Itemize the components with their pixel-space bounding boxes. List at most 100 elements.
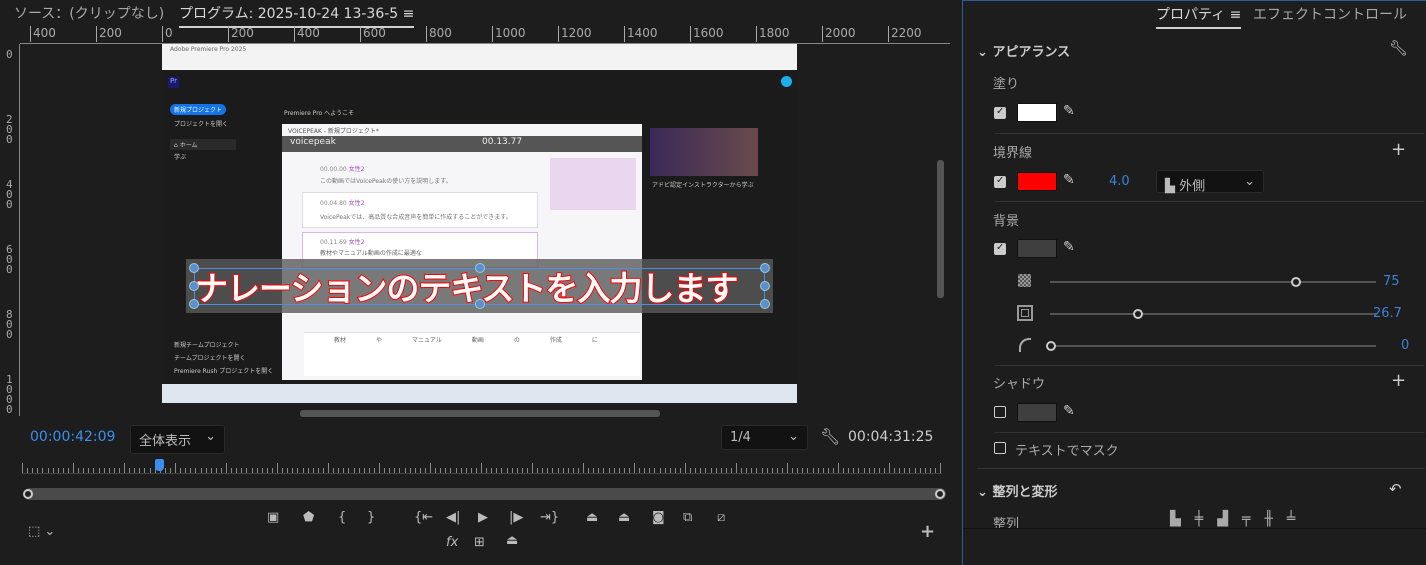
fill-color-swatch[interactable] (1017, 103, 1057, 122)
resize-handle[interactable] (475, 263, 485, 273)
ruler-label: 0 (6, 48, 13, 61)
voicepeak-row-text: この動画ではVoicePeakの使い方を説明します。 (320, 178, 452, 185)
resize-handle[interactable] (760, 299, 770, 309)
size-value[interactable]: 26.7 (1373, 306, 1402, 321)
lift-icon[interactable]: ⏏ (586, 510, 598, 525)
resize-handle[interactable] (189, 263, 199, 273)
ruler-label: 0 (162, 26, 173, 42)
scroll-handle-right[interactable] (935, 489, 945, 499)
ruler-label: 200 (228, 26, 254, 42)
align-label: 整列 (993, 517, 1020, 532)
multicam-icon[interactable]: ⊞ (474, 535, 485, 550)
section-appearance[interactable]: ⌄ アピアランス (977, 41, 1070, 60)
mark-in-icon[interactable]: { (338, 510, 346, 525)
ruler-label: 1000 (492, 26, 526, 42)
background-label: 背景 (993, 214, 1020, 229)
hamburger-icon[interactable]: ≡ (403, 6, 415, 22)
fill-label: 塗り (993, 77, 1020, 92)
comparison-view-icon[interactable]: ⧉ (683, 510, 692, 525)
align-center-v-icon[interactable]: ╫ (1264, 511, 1272, 527)
resize-handle[interactable] (475, 299, 485, 309)
fill-checkbox[interactable] (994, 106, 1006, 119)
eyedropper-icon[interactable]: ✎ (1063, 103, 1075, 119)
fx-icon[interactable]: fx (446, 535, 458, 550)
step-forward-icon[interactable]: |▶ (509, 510, 523, 525)
opacity-slider-handle[interactable] (1290, 277, 1301, 287)
size-slider-handle[interactable] (1133, 309, 1144, 319)
add-stroke-icon[interactable]: + (1391, 139, 1406, 160)
stroke-width-value[interactable]: 4.0 (1109, 174, 1130, 189)
align-right-icon[interactable]: ▟ (1217, 511, 1228, 527)
tab-properties[interactable]: プロパティ ≡ (1156, 4, 1242, 29)
background-checkbox[interactable] (994, 242, 1006, 255)
stroke-checkbox[interactable] (994, 175, 1006, 188)
program-monitor-panel: ソース：(クリップなし) プログラム: 2025-10-24 13-36-5 ≡… (0, 0, 958, 565)
voicepeak-logo: voicepeak (290, 137, 336, 147)
align-bottom-icon[interactable]: ╧ (1287, 511, 1295, 527)
add-button-icon[interactable]: + (920, 521, 935, 542)
phoneme-label: や (376, 337, 383, 344)
align-top-icon[interactable]: ╤ (1242, 511, 1250, 527)
background-color-swatch[interactable] (1017, 239, 1057, 258)
wrench-icon[interactable]: 🔧︎ (1389, 39, 1408, 57)
size-slider[interactable] (1050, 313, 1376, 315)
resize-handle[interactable] (760, 281, 770, 291)
add-shadow-icon[interactable]: + (1391, 370, 1406, 391)
eyedropper-icon[interactable]: ✎ (1063, 172, 1075, 188)
tab-effect-controls[interactable]: エフェクトコントロール (1253, 4, 1407, 24)
section-align-transform[interactable]: ⌄ 整列と変形 (977, 481, 1057, 500)
vertical-scrollbar[interactable] (937, 160, 944, 298)
horizontal-scrollbar[interactable] (300, 410, 660, 417)
go-to-in-icon[interactable]: {⇤ (414, 510, 433, 525)
playhead[interactable] (155, 459, 164, 471)
stroke-label: 境界線 (993, 146, 1033, 161)
ruler-label: 1800 (756, 26, 790, 42)
embedded-voicepeak-window: VOICEPEAK - 新規プロジェクト* voicepeak 00.13.77… (282, 124, 642, 380)
resize-handle[interactable] (189, 281, 199, 291)
export-frame-icon[interactable]: ⏏ (506, 533, 518, 548)
proxy-toggle-icon[interactable]: ⧄ (717, 510, 725, 525)
ruler-label: 1200 (558, 26, 592, 42)
embedded-new-project: 新規プロジェクト (170, 104, 227, 115)
mask-with-text-label: テキストでマスク (1015, 444, 1119, 459)
resize-handle[interactable] (189, 299, 199, 309)
stroke-color-swatch[interactable] (1017, 172, 1057, 191)
corner-radius-value[interactable]: 0 (1401, 338, 1409, 353)
extract-icon[interactable]: ⏏ (618, 510, 630, 525)
scroll-handle-left[interactable] (23, 489, 33, 499)
safe-margins-icon[interactable]: ⬚ ⌄ (28, 524, 55, 539)
resolution-dropdown[interactable]: 1/4 ⌄ (721, 425, 808, 450)
go-to-out-icon[interactable]: ⇥} (540, 510, 559, 525)
ruler-label: 600 (6, 243, 13, 276)
resize-handle[interactable] (760, 263, 770, 273)
corner-radius-slider[interactable] (1050, 345, 1376, 347)
embedded-home: ⌂ ホーム (170, 139, 236, 150)
add-marker-icon[interactable]: ⬟ (303, 510, 314, 525)
current-timecode[interactable]: 00:00:42:09 (30, 429, 115, 445)
align-left-icon[interactable]: ▙ (1170, 511, 1181, 527)
avatar (781, 76, 792, 87)
shadow-color-swatch[interactable] (1017, 403, 1057, 422)
mask-with-text-checkbox[interactable] (994, 442, 1006, 454)
camera-icon[interactable]: ◙ (652, 510, 665, 525)
insert-frame-icon[interactable]: ▣ (267, 510, 279, 525)
play-icon[interactable]: ▶ (478, 510, 488, 525)
reset-icon[interactable]: ↶ (1389, 480, 1402, 498)
zoom-level-dropdown[interactable]: 全体表示 ⌄ (130, 425, 225, 454)
align-center-h-icon[interactable]: ╪ (1195, 511, 1203, 527)
eyedropper-icon[interactable]: ✎ (1063, 239, 1075, 255)
step-back-icon[interactable]: ◀| (446, 510, 460, 525)
tab-source[interactable]: ソース：(クリップなし) (14, 3, 164, 23)
tab-program[interactable]: プログラム: 2025-10-24 13-36-5 ≡ (179, 3, 415, 28)
embedded-open-team: チームプロジェクトを開く (174, 355, 246, 362)
embedded-welcome: Premiere Pro へようこそ (284, 110, 355, 117)
opacity-slider[interactable] (1050, 281, 1376, 283)
shadow-checkbox[interactable] (994, 406, 1006, 418)
stroke-position-dropdown[interactable]: ▙ 外側 ⌄ (1156, 170, 1264, 194)
eyedropper-icon[interactable]: ✎ (1063, 403, 1075, 419)
opacity-value[interactable]: 75 (1383, 274, 1400, 289)
zoom-scrollbar[interactable] (24, 488, 946, 500)
wrench-icon[interactable]: 🔧︎ (820, 427, 840, 446)
mark-out-icon[interactable]: } (367, 510, 375, 525)
corner-radius-slider-handle[interactable] (1046, 341, 1056, 351)
